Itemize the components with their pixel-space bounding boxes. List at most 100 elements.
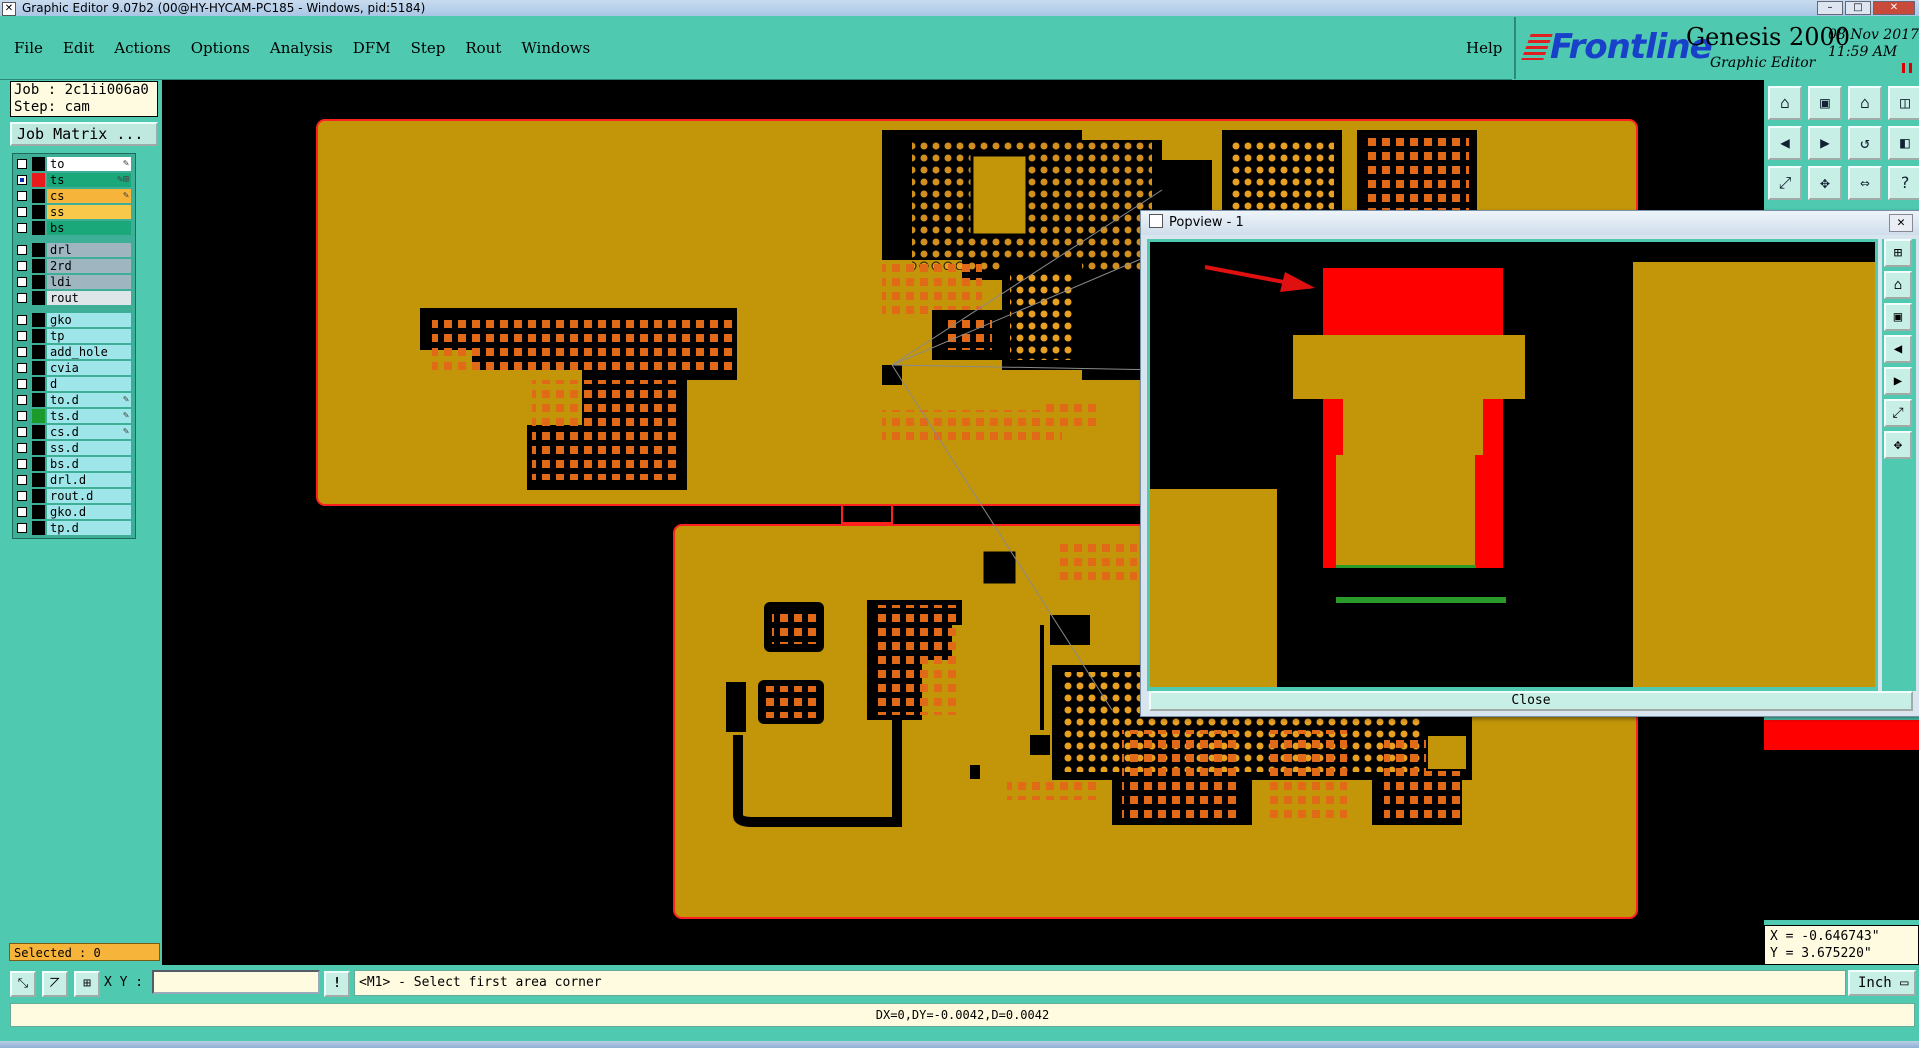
menu-help[interactable]: Help <box>1466 39 1502 57</box>
next-icon[interactable]: ▶ <box>1808 126 1842 160</box>
layer-color-swatch[interactable] <box>32 157 45 171</box>
layer-checkbox[interactable] <box>17 347 27 357</box>
layer-checkbox[interactable] <box>17 363 27 373</box>
layer-name[interactable]: to ✎ <box>47 157 131 171</box>
layer-checkbox[interactable] <box>17 507 27 517</box>
layer-name[interactable]: cs ✎ <box>47 189 131 203</box>
layer-row-ts-d[interactable]: ts.d ✎ <box>13 408 135 424</box>
layer-row-gko-d[interactable]: gko.d <box>13 504 135 520</box>
layer-name[interactable]: ldi <box>47 275 131 289</box>
layer-row-cs-d[interactable]: cs.d ✎ <box>13 424 135 440</box>
layer-row-ts[interactable]: ts ✎⊞ <box>13 172 135 188</box>
layer-checkbox[interactable] <box>17 443 27 453</box>
center-icon[interactable]: ✥ <box>1884 431 1912 459</box>
pause-icon[interactable] <box>1902 63 1912 73</box>
layer-checkbox[interactable] <box>17 459 27 469</box>
zoom-window-icon[interactable]: ◫ <box>1888 86 1919 120</box>
menu-file[interactable]: File <box>14 39 43 57</box>
layer-row-drl-d[interactable]: drl.d <box>13 472 135 488</box>
layer-checkbox[interactable] <box>17 379 27 389</box>
layer-color-swatch[interactable] <box>32 189 45 203</box>
layer-checkbox[interactable] <box>17 277 27 287</box>
menu-step[interactable]: Step <box>411 39 446 57</box>
help-icon[interactable]: ? <box>1888 166 1919 200</box>
popview-canvas[interactable] <box>1150 242 1875 687</box>
layer-color-swatch[interactable] <box>32 505 45 519</box>
layer-color-swatch[interactable] <box>32 361 45 375</box>
layer-color-swatch[interactable] <box>32 457 45 471</box>
layer-row-rout[interactable]: rout <box>13 290 135 306</box>
xy-input[interactable] <box>152 970 320 994</box>
menu-edit[interactable]: Edit <box>63 39 94 57</box>
layer-name[interactable]: gko <box>47 313 131 327</box>
layer-name[interactable]: cvia <box>47 361 131 375</box>
layer-row-cs[interactable]: cs ✎ <box>13 188 135 204</box>
popview-close-button[interactable]: Close <box>1149 691 1913 711</box>
layer-name[interactable]: ts.d ✎ <box>47 409 131 423</box>
unit-selector[interactable]: Inch ▭ <box>1848 970 1916 996</box>
home-icon[interactable]: ⌂ <box>1884 271 1912 299</box>
app-icon[interactable]: ✕ <box>2 2 16 16</box>
layer-name[interactable]: drl.d <box>47 473 131 487</box>
menu-options[interactable]: Options <box>191 39 250 57</box>
layer-color-swatch[interactable] <box>32 521 45 535</box>
layer-color-swatch[interactable] <box>32 425 45 439</box>
layer-color-swatch[interactable] <box>32 345 45 359</box>
layer-name[interactable]: to.d ✎ <box>47 393 131 407</box>
menu-dfm[interactable]: DFM <box>353 39 391 57</box>
layer-color-swatch[interactable] <box>32 313 45 327</box>
layer-checkbox[interactable] <box>17 427 27 437</box>
minimize-button[interactable]: – <box>1817 1 1843 15</box>
layer-row-ss[interactable]: ss <box>13 204 135 220</box>
prev-icon[interactable]: ◀ <box>1768 126 1802 160</box>
layer-color-swatch[interactable] <box>32 409 45 423</box>
layer-name[interactable]: ss <box>47 205 131 219</box>
fit-icon[interactable]: ⤢ <box>1768 166 1802 200</box>
layer-color-swatch[interactable] <box>32 329 45 343</box>
layer-checkbox[interactable] <box>17 331 27 341</box>
layer-color-swatch[interactable] <box>32 243 45 257</box>
maximize-button[interactable]: □ <box>1845 1 1871 15</box>
layer-color-swatch[interactable] <box>32 259 45 273</box>
ratio-icon[interactable]: ⇔ <box>1848 166 1882 200</box>
center-icon[interactable]: ✥ <box>1808 166 1842 200</box>
layer-name[interactable]: gko.d <box>47 505 131 519</box>
layer-row-to[interactable]: to ✎ <box>13 156 135 172</box>
layer-checkbox[interactable] <box>17 223 27 233</box>
close-window-button[interactable]: ✕ <box>1873 1 1915 15</box>
layer-name[interactable]: bs.d <box>47 457 131 471</box>
popview-close-x-button[interactable]: ✕ <box>1889 214 1913 232</box>
layer-checkbox[interactable] <box>17 293 27 303</box>
layer-checkbox[interactable] <box>17 475 27 485</box>
grid-tool-icon[interactable]: ⊞ <box>74 971 100 997</box>
layer-checkbox[interactable] <box>17 491 27 501</box>
layer-checkbox[interactable] <box>17 207 27 217</box>
layer-name[interactable]: drl <box>47 243 131 257</box>
layer-color-swatch[interactable] <box>32 489 45 503</box>
layer-name[interactable]: cs.d ✎ <box>47 425 131 439</box>
layer-checkbox[interactable] <box>17 191 27 201</box>
layer-checkbox[interactable] <box>17 245 27 255</box>
layer-row-drl[interactable]: drl <box>13 242 135 258</box>
layer-name[interactable]: tp.d <box>47 521 131 535</box>
layer-checkbox[interactable] <box>17 261 27 271</box>
layer-name[interactable]: ts ✎⊞ <box>47 173 131 187</box>
select-tool-icon[interactable]: ⤡ <box>10 971 36 997</box>
panel-icon[interactable]: ◧ <box>1888 126 1919 160</box>
layer-color-swatch[interactable] <box>32 377 45 391</box>
layer-row-bs-d[interactable]: bs.d <box>13 456 135 472</box>
undo-icon[interactable]: ↺ <box>1848 126 1882 160</box>
layer-color-swatch[interactable] <box>32 441 45 455</box>
layer-row-add-hole[interactable]: add_hole <box>13 344 135 360</box>
layer-color-swatch[interactable] <box>32 221 45 235</box>
layer-row-to-d[interactable]: to.d ✎ <box>13 392 135 408</box>
layer-checkbox[interactable] <box>17 523 27 533</box>
layer-name[interactable]: bs <box>47 221 131 235</box>
layer-row-gko[interactable]: gko <box>13 312 135 328</box>
save-icon[interactable]: ▣ <box>1884 303 1912 331</box>
layer-checkbox[interactable] <box>17 175 27 185</box>
save-icon[interactable]: ▣ <box>1808 86 1842 120</box>
layer-row-ss-d[interactable]: ss.d <box>13 440 135 456</box>
layer-color-swatch[interactable] <box>32 205 45 219</box>
layer-checkbox[interactable] <box>17 395 27 405</box>
